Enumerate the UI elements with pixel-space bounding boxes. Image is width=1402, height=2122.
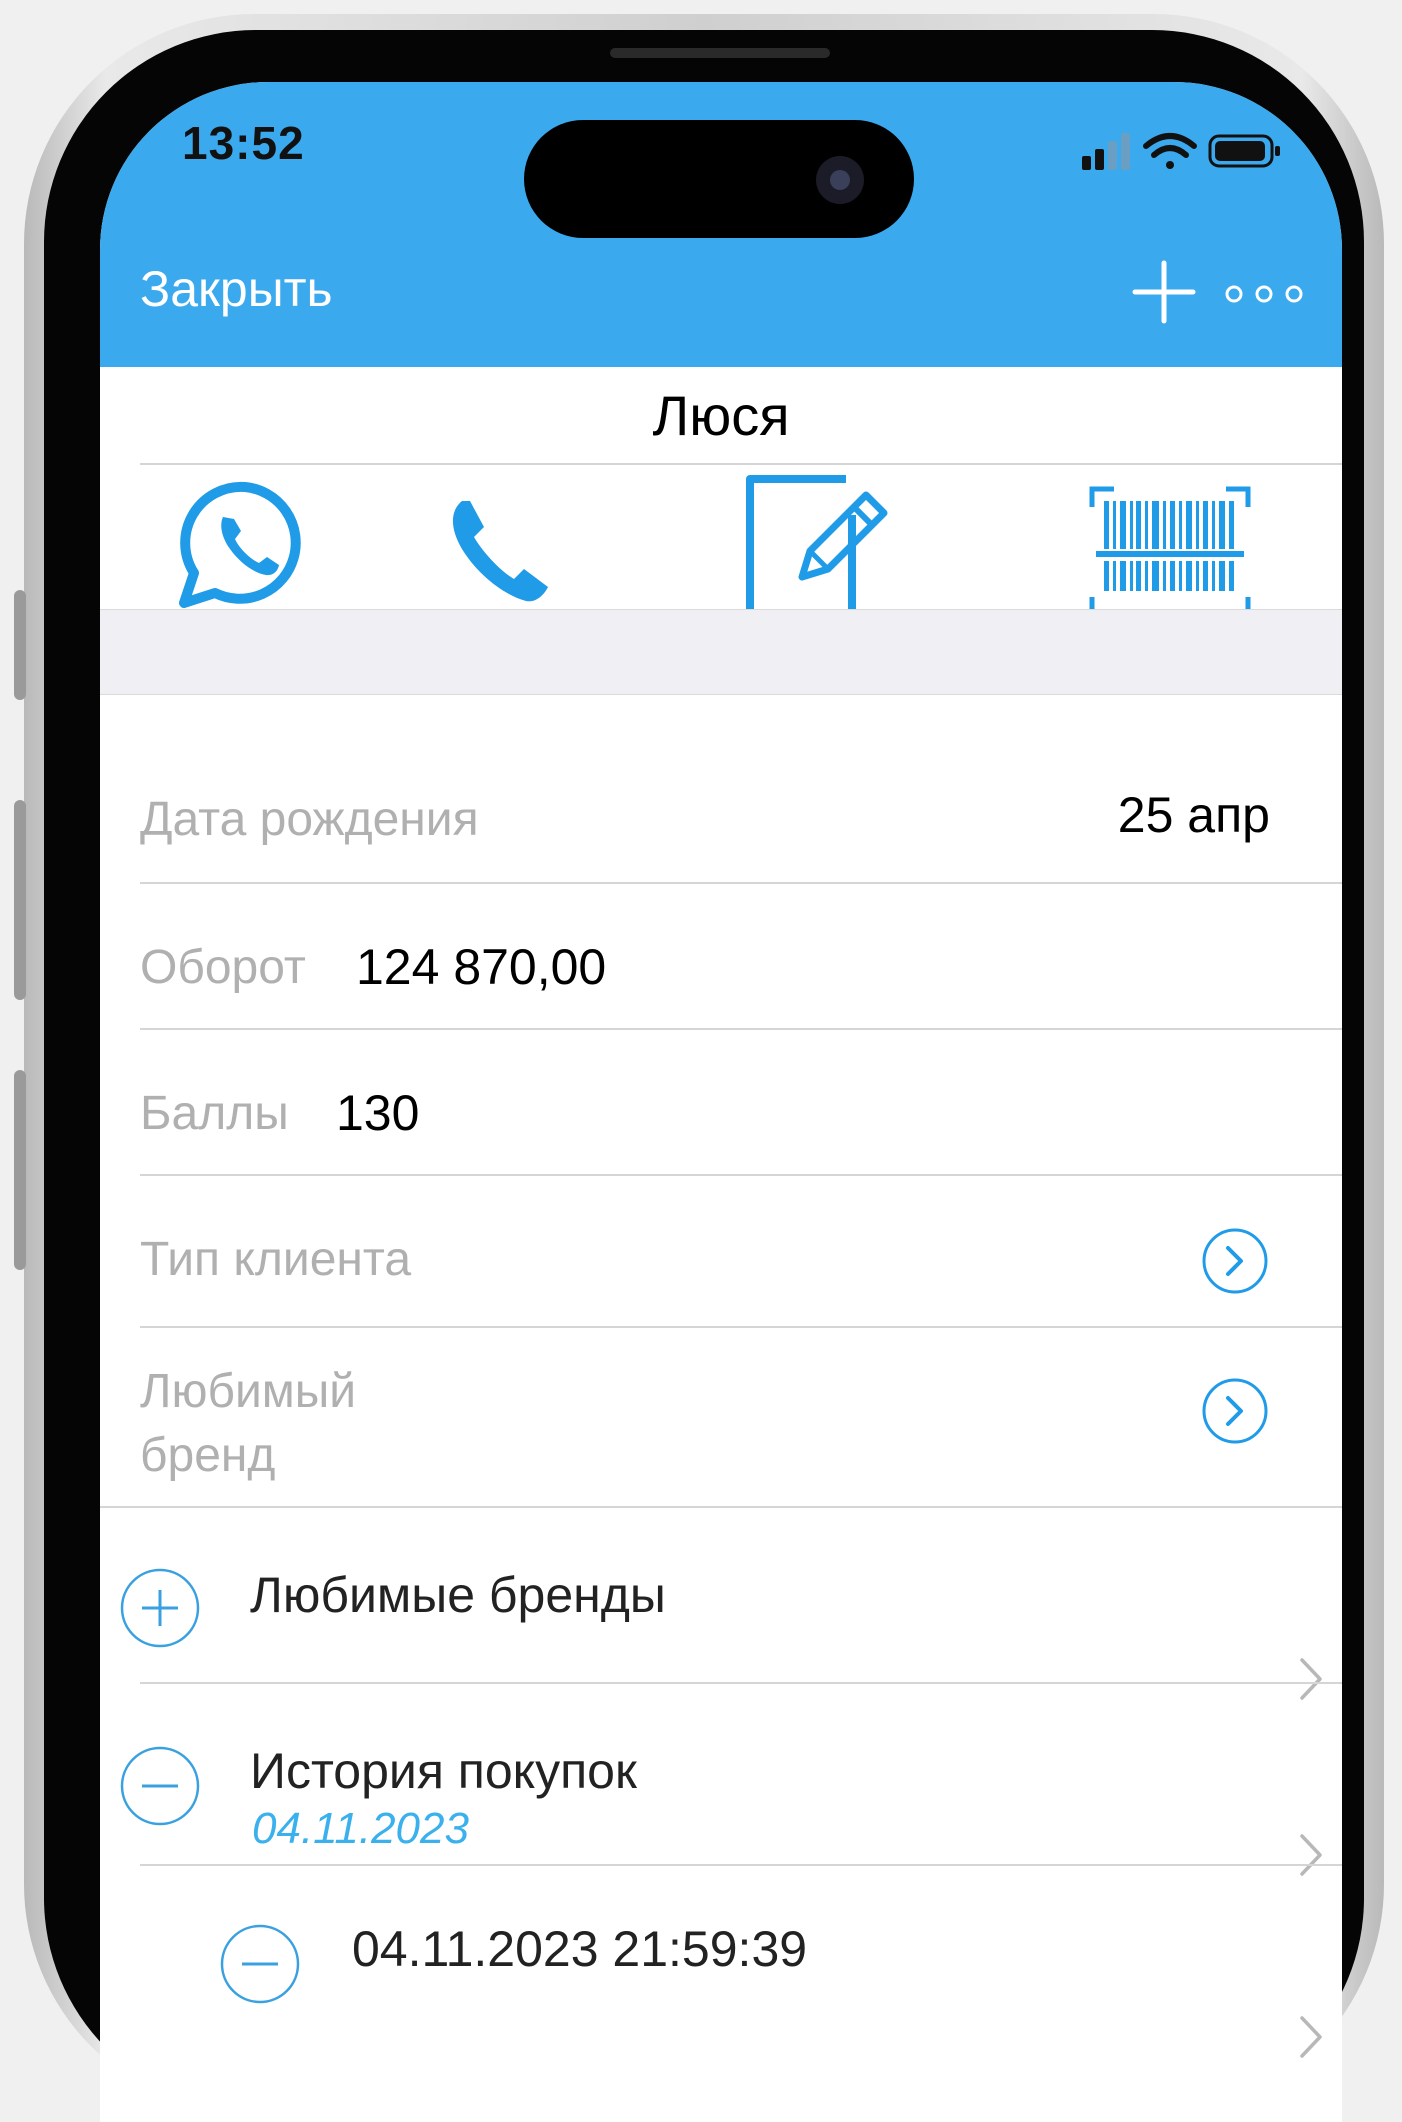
- separator: [140, 1174, 1342, 1176]
- phone-speaker: [610, 48, 830, 58]
- separator: [140, 1326, 1342, 1328]
- birthday-value: 25 апр: [1117, 787, 1270, 843]
- collapse-purchase-item-button[interactable]: [218, 1922, 302, 2006]
- call-button[interactable]: [440, 495, 556, 612]
- front-camera: [816, 156, 864, 204]
- plus-icon: [1132, 260, 1196, 324]
- barcode-scan-button[interactable]: [1088, 485, 1252, 626]
- phone-icon: [452, 501, 548, 602]
- phone-screen: 13:52 Закрыть Люся Дата рождения 25 апр …: [100, 82, 1342, 2122]
- status-icons-svg: [1082, 133, 1280, 170]
- turnover-value: 124 870,00: [356, 939, 607, 995]
- edit-note-icon: [746, 475, 888, 617]
- favorite-brand-label-line2: бренд: [140, 1429, 276, 1482]
- section-spacer: [100, 609, 1342, 695]
- status-time: 13:52: [182, 117, 305, 169]
- add-button[interactable]: [1131, 259, 1197, 325]
- close-button[interactable]: Закрыть: [140, 260, 333, 318]
- expand-favorite-brands-button[interactable]: [118, 1566, 202, 1650]
- purchase-history-date: 04.11.2023: [252, 1804, 469, 1853]
- app-header: 13:52 Закрыть: [100, 82, 1342, 367]
- favorite-brands-title: Любимые бренды: [250, 1567, 666, 1623]
- client-name: Люся: [652, 384, 790, 447]
- plus-circle-icon: [120, 1568, 200, 1648]
- action-row: [100, 465, 1342, 620]
- phone-side-button: [14, 590, 26, 700]
- separator: [140, 1682, 1342, 1684]
- more-button[interactable]: [1224, 283, 1304, 305]
- phone-side-button: [14, 800, 26, 1000]
- edit-note-button[interactable]: [742, 473, 894, 624]
- chevron-right-circle-icon: [1202, 1228, 1268, 1294]
- points-value: 130: [336, 1085, 420, 1141]
- whatsapp-icon: [179, 481, 301, 608]
- signal-icon: [1082, 133, 1130, 170]
- more-dots-icon: [1225, 285, 1303, 303]
- status-icons: [1080, 126, 1300, 176]
- battery-icon: [1208, 134, 1280, 168]
- client-type-select-button[interactable]: [1200, 1226, 1270, 1296]
- minus-circle-icon: [220, 1924, 300, 2004]
- purchase-history-title: История покупок: [250, 1743, 637, 1799]
- client-type-label: Тип клиента: [140, 1233, 412, 1286]
- minus-circle-icon: [120, 1746, 200, 1826]
- client-title-row: Люся: [100, 367, 1342, 465]
- phone-side-button: [14, 1070, 26, 1270]
- birthday-label: Дата рождения: [140, 793, 479, 846]
- whatsapp-button[interactable]: [178, 479, 312, 616]
- separator: [140, 882, 1342, 884]
- purchase-item-datetime: 04.11.2023 21:59:39: [352, 1921, 808, 1977]
- chevron-right-circle-icon: [1202, 1378, 1268, 1444]
- favorite-brand-label-line1: Любимый: [140, 1365, 357, 1418]
- chevron-right-icon: [1296, 2014, 1326, 2060]
- barcode-scan-icon: [1089, 486, 1251, 620]
- wifi-icon: [1143, 133, 1197, 169]
- turnover-label: Оборот: [140, 941, 306, 994]
- points-label: Баллы: [140, 1087, 289, 1140]
- dynamic-island: [524, 120, 914, 238]
- chevron-right-icon: [1296, 1656, 1326, 1702]
- separator: [100, 1506, 1342, 1508]
- separator: [140, 1028, 1342, 1030]
- chevron-right-icon: [1296, 1832, 1326, 1878]
- collapse-purchase-history-button[interactable]: [118, 1744, 202, 1828]
- separator: [140, 1864, 1342, 1866]
- favorite-brand-select-button[interactable]: [1200, 1376, 1270, 1446]
